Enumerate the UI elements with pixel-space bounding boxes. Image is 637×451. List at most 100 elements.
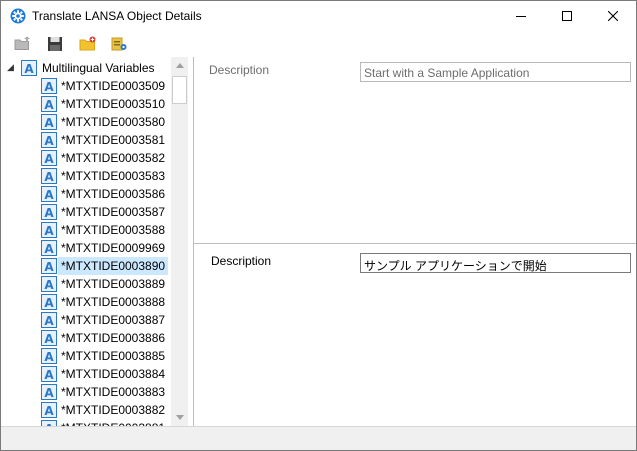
tree-vertical-scrollbar[interactable] — [171, 57, 188, 426]
multilingual-variable-icon: A — [41, 402, 57, 418]
scroll-up-button[interactable] — [171, 57, 188, 74]
tree-item[interactable]: A *MTXTIDE0009969 — [1, 239, 171, 257]
tree-item-label: *MTXTIDE0003587 — [61, 205, 166, 219]
multilingual-variable-icon: A — [41, 312, 57, 328]
tree-item[interactable]: A *MTXTIDE0003581 — [1, 131, 171, 149]
svg-text:A: A — [44, 170, 54, 184]
tree-item[interactable]: A *MTXTIDE0003885 — [1, 347, 171, 365]
maximize-button[interactable] — [544, 1, 590, 31]
source-language-panel: Description Start with a Sample Applicat… — [194, 57, 636, 243]
tree-item-label: *MTXTIDE0003890 — [58, 257, 169, 275]
svg-text:A: A — [44, 278, 54, 292]
tree-item[interactable]: A *MTXTIDE0003586 — [1, 185, 171, 203]
svg-text:A: A — [44, 260, 54, 274]
window-title: Translate LANSA Object Details — [32, 9, 202, 23]
tree-item-label: *MTXTIDE0003582 — [61, 151, 166, 165]
source-description-label: Description — [209, 63, 270, 77]
tree-item[interactable]: A *MTXTIDE0003889 — [1, 275, 171, 293]
open-folder-icon — [14, 36, 30, 50]
minimize-button[interactable] — [498, 1, 544, 31]
tree-item-label: *MTXTIDE0003889 — [61, 277, 166, 291]
settings-tool-icon — [111, 37, 127, 51]
new-folder-icon — [79, 36, 96, 51]
tree-item[interactable]: A *MTXTIDE0003883 — [1, 383, 171, 401]
multilingual-variable-icon: A — [41, 78, 57, 94]
source-description-field: Start with a Sample Application — [360, 62, 631, 82]
svg-text:A: A — [44, 350, 54, 364]
multilingual-variable-icon: A — [41, 222, 57, 238]
multilingual-variable-icon: A — [41, 150, 57, 166]
tree-item[interactable]: A *MTXTIDE0003582 — [1, 149, 171, 167]
tree-item[interactable]: A *MTXTIDE0003886 — [1, 329, 171, 347]
multilingual-variable-icon: A — [41, 186, 57, 202]
tree-expand-icon[interactable]: ◢ — [7, 62, 14, 73]
tree-item-label: *MTXTIDE0003581 — [61, 133, 166, 147]
svg-text:A: A — [44, 152, 54, 166]
multilingual-variable-icon: A — [41, 168, 57, 184]
target-language-panel: Description サンプル アプリケーションで開始 — [194, 244, 636, 426]
tree-item-label: *MTXTIDE0003883 — [61, 385, 166, 399]
svg-text:A: A — [44, 314, 54, 328]
multilingual-variable-icon: A — [41, 204, 57, 220]
title-bar[interactable]: Translate LANSA Object Details — [1, 1, 636, 31]
tree-item-label: *MTXTIDE0003886 — [61, 331, 166, 345]
tree-item-label: *MTXTIDE0003884 — [61, 367, 166, 381]
tree-item[interactable]: A *MTXTIDE0003509 — [1, 77, 171, 95]
svg-text:A: A — [44, 404, 54, 418]
tree-item-label: *MTXTIDE0003509 — [61, 79, 166, 93]
close-button[interactable] — [590, 1, 636, 31]
multilingual-variable-icon: A — [41, 366, 57, 382]
status-bar — [1, 426, 636, 450]
tree-item-label: *MTXTIDE0003887 — [61, 313, 166, 327]
save-button[interactable] — [44, 34, 66, 54]
new-folder-button[interactable] — [77, 34, 99, 54]
scroll-thumb[interactable] — [172, 76, 187, 104]
tree-item-label: *MTXTIDE0003888 — [61, 295, 166, 309]
multilingual-variable-icon: A — [41, 384, 57, 400]
tree-item-label: *MTXTIDE0003588 — [61, 223, 166, 237]
tree-item[interactable]: A *MTXTIDE0003587 — [1, 203, 171, 221]
svg-text:A: A — [44, 386, 54, 400]
tree-item-label: *MTXTIDE0003586 — [61, 187, 166, 201]
tree-item[interactable]: A *MTXTIDE0003588 — [1, 221, 171, 239]
settings-tool-button[interactable] — [108, 34, 130, 54]
svg-text:A: A — [44, 206, 54, 220]
svg-text:A: A — [44, 296, 54, 310]
svg-text:A: A — [44, 368, 54, 382]
svg-text:A: A — [44, 80, 54, 94]
tree-item[interactable]: A *MTXTIDE0003890 — [1, 257, 171, 275]
tree-item-label: *MTXTIDE0003580 — [61, 115, 166, 129]
tree-root-multilingual-variables[interactable]: ◢ A Multilingual Variables — [1, 59, 181, 77]
svg-text:A: A — [24, 62, 34, 76]
tree-root-label: Multilingual Variables — [42, 61, 155, 75]
tree-item[interactable]: A *MTXTIDE0003882 — [1, 401, 171, 419]
target-description-label: Description — [211, 254, 272, 268]
target-description-input[interactable]: サンプル アプリケーションで開始 — [360, 253, 631, 273]
object-tree[interactable]: ◢ A Multilingual Variables A *MTXTIDE0003… — [1, 57, 188, 426]
minimize-icon — [516, 16, 526, 17]
tree-item[interactable]: A*MTXTIDE0003881 — [1, 419, 171, 426]
tree-item-label: *MTXTIDE0003510 — [61, 97, 166, 111]
svg-text:A: A — [44, 332, 54, 346]
svg-text:A: A — [44, 116, 54, 130]
open-button[interactable] — [12, 34, 34, 54]
multilingual-variable-icon: A — [41, 294, 57, 310]
translate-window: Translate LANSA Object Details ◢ A Multi… — [0, 0, 637, 451]
multilingual-variable-icon: A — [41, 330, 57, 346]
multilingual-variable-icon: A — [41, 132, 57, 148]
svg-text:A: A — [44, 188, 54, 202]
multilingual-variable-icon: A — [41, 240, 57, 256]
tree-item[interactable]: A *MTXTIDE0003888 — [1, 293, 171, 311]
tree-item[interactable]: A *MTXTIDE0003580 — [1, 113, 171, 131]
tree-item[interactable]: A *MTXTIDE0003510 — [1, 95, 171, 113]
tree-item-label: *MTXTIDE0003882 — [61, 403, 166, 417]
tree-item[interactable]: A *MTXTIDE0003887 — [1, 311, 171, 329]
tree-item[interactable]: A *MTXTIDE0003583 — [1, 167, 171, 185]
tree-item-label: *MTXTIDE0003885 — [61, 349, 166, 363]
save-icon — [48, 37, 62, 51]
maximize-icon — [562, 11, 572, 21]
scroll-down-arrow-icon — [175, 415, 184, 420]
scroll-down-button[interactable] — [171, 409, 188, 426]
tree-item[interactable]: A *MTXTIDE0003884 — [1, 365, 171, 383]
multilingual-variable-icon: A — [41, 276, 57, 292]
